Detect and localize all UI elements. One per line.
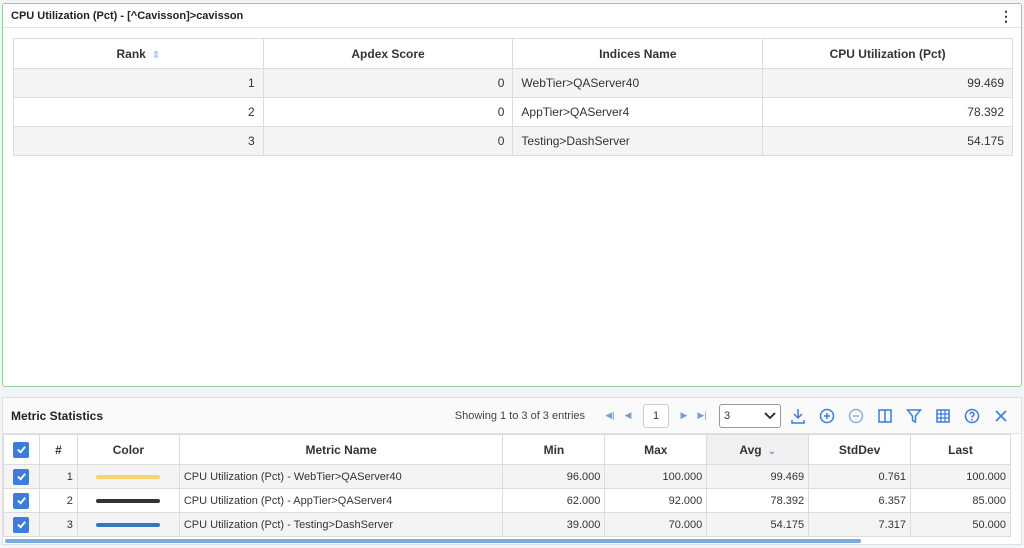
sort-icon[interactable]: ⇕ [152, 50, 160, 61]
row-checkbox[interactable] [13, 468, 30, 485]
close-icon[interactable] [989, 404, 1013, 428]
column-header-indices-name[interactable]: Indices Name [512, 38, 764, 69]
apdex-cell: 0 [262, 68, 514, 98]
checkbox-checked-icon[interactable] [13, 441, 30, 458]
min-cell: 39.000 [502, 512, 606, 537]
sort-descending-icon[interactable]: ⌄ [768, 446, 776, 457]
row-index: 2 [38, 488, 78, 513]
last-cell: 50.000 [910, 512, 1011, 537]
help-icon[interactable] [960, 404, 984, 428]
stddev-cell: 6.357 [808, 488, 912, 513]
last-page-icon[interactable]: ▶| [693, 410, 711, 421]
table-row[interactable]: 2 CPU Utilization (Pct) - AppTier>QAServ… [3, 488, 1011, 513]
stddev-cell: 0.761 [808, 464, 912, 489]
avg-cell: 54.175 [706, 512, 810, 537]
columns-icon[interactable] [873, 404, 897, 428]
row-checkbox[interactable] [13, 516, 30, 533]
column-header-rank[interactable]: Rank ⇕ [13, 38, 264, 69]
column-header-metric-name[interactable]: Metric Name [178, 434, 504, 465]
column-header-index[interactable]: # [38, 434, 78, 465]
row-index: 1 [38, 464, 78, 489]
stddev-cell: 7.317 [808, 512, 912, 537]
cpu-cell: 54.175 [762, 126, 1013, 156]
table-row[interactable]: 3 CPU Utilization (Pct) - Testing>DashSe… [3, 512, 1011, 537]
table-grid-icon[interactable] [931, 404, 955, 428]
panel-title: CPU Utilization (Pct) - [^Cavisson]>cavi… [11, 9, 244, 22]
row-checkbox[interactable] [13, 492, 30, 509]
download-icon[interactable] [786, 404, 810, 428]
apdex-cell: 0 [262, 97, 514, 127]
metric-name-cell: CPU Utilization (Pct) - WebTier>QAServer… [178, 464, 504, 489]
metric-statistics-panel: Metric Statistics Showing 1 to 3 of 3 en… [2, 397, 1022, 545]
row-index: 3 [38, 512, 78, 537]
indices-name-cell: WebTier>QAServer40 [512, 68, 764, 98]
last-cell: 100.000 [910, 464, 1011, 489]
column-header-avg[interactable]: Avg ⌄ [706, 434, 810, 465]
min-cell: 96.000 [502, 464, 606, 489]
cpu-cell: 99.469 [762, 68, 1013, 98]
cpu-utilization-panel: CPU Utilization (Pct) - [^Cavisson]>cavi… [2, 3, 1022, 387]
panel-header: CPU Utilization (Pct) - [^Cavisson]>cavi… [3, 4, 1021, 28]
table-row[interactable]: 3 0 Testing>DashServer 54.175 [13, 126, 1013, 156]
series-color-swatch [96, 522, 161, 527]
statistics-toolbar: Metric Statistics Showing 1 to 3 of 3 en… [3, 398, 1021, 434]
metric-statistics-table: # Color Metric Name Min Max Avg ⌄ StdDev … [3, 434, 1011, 537]
avg-cell: 99.469 [706, 464, 810, 489]
rank-cell: 1 [13, 68, 264, 98]
max-cell: 92.000 [604, 488, 708, 513]
rank-cell: 2 [13, 97, 264, 127]
filter-icon[interactable] [902, 404, 926, 428]
column-header-min[interactable]: Min [502, 434, 606, 465]
min-cell: 62.000 [502, 488, 606, 513]
next-page-icon[interactable]: ▶ [675, 410, 693, 421]
column-header-max[interactable]: Max [604, 434, 708, 465]
max-cell: 100.000 [604, 464, 708, 489]
select-all-checkbox[interactable] [3, 434, 40, 465]
metric-name-cell: CPU Utilization (Pct) - AppTier>QAServer… [178, 488, 504, 513]
horizontal-scrollbar[interactable] [5, 539, 861, 543]
first-page-icon[interactable]: ◀| [601, 410, 619, 421]
table-row[interactable]: 1 CPU Utilization (Pct) - WebTier>QAServ… [3, 464, 1011, 489]
column-header-color[interactable]: Color [76, 434, 180, 465]
indices-name-cell: AppTier>QAServer4 [512, 97, 764, 127]
series-color-swatch [96, 498, 161, 503]
chevron-down-icon [764, 411, 776, 419]
prev-page-icon[interactable]: ◀ [619, 410, 637, 421]
zoom-in-icon[interactable] [815, 404, 839, 428]
cpu-cell: 78.392 [762, 97, 1013, 127]
series-color-swatch [96, 474, 161, 479]
entries-count: Showing 1 to 3 of 3 entries [454, 409, 585, 422]
column-header-apdex[interactable]: Apdex Score [262, 38, 514, 69]
indices-name-cell: Testing>DashServer [512, 126, 764, 156]
rows-per-page-select[interactable]: 3 [719, 403, 781, 428]
rank-cell: 3 [13, 126, 264, 156]
table-row[interactable]: 1 0 WebTier>QAServer40 99.469 [13, 68, 1013, 98]
rank-table: Rank ⇕ Apdex Score Indices Name CPU Utili… [13, 38, 1013, 156]
more-options-icon[interactable]: ⋮ [999, 9, 1013, 23]
column-header-cpu[interactable]: CPU Utilization (Pct) [762, 38, 1013, 69]
zoom-out-icon[interactable] [844, 404, 868, 428]
page-number-input[interactable]: 1 [643, 403, 669, 428]
metric-name-cell: CPU Utilization (Pct) - Testing>DashServ… [178, 512, 504, 537]
max-cell: 70.000 [604, 512, 708, 537]
statistics-title: Metric Statistics [11, 408, 104, 423]
column-header-stddev[interactable]: StdDev [808, 434, 912, 465]
apdex-cell: 0 [262, 126, 514, 156]
avg-cell: 78.392 [706, 488, 810, 513]
last-cell: 85.000 [910, 488, 1011, 513]
column-header-last[interactable]: Last [910, 434, 1011, 465]
table-row[interactable]: 2 0 AppTier>QAServer4 78.392 [13, 97, 1013, 127]
